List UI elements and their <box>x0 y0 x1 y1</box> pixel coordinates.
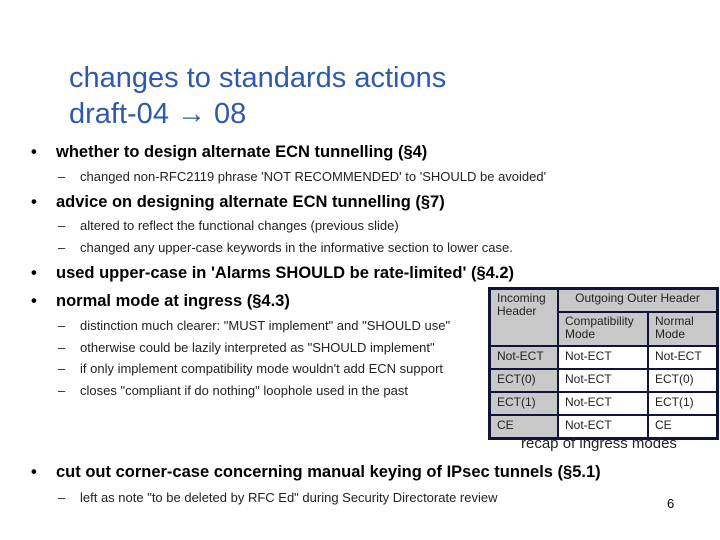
sub-bullet-item: – changed non-RFC2119 phrase 'NOT RECOMME… <box>58 169 546 184</box>
sub-bullet-item: – left as note "to be deleted by RFC Ed" … <box>58 490 498 505</box>
sub-bullet-text: changed non-RFC2119 phrase 'NOT RECOMMEN… <box>80 169 547 184</box>
bullet-text: used upper-case in 'Alarms SHOULD be rat… <box>56 264 515 282</box>
dash-icon: – <box>58 490 66 505</box>
table-header-normal-mode: Normal Mode <box>647 311 719 347</box>
bullet-icon: • <box>31 143 37 161</box>
bullet-text: cut out corner-case concerning manual ke… <box>56 463 601 481</box>
ingress-modes-table: Incoming Header Outgoing Outer Header Co… <box>488 287 719 440</box>
bullet-text: normal mode at ingress (§4.3) <box>56 292 290 310</box>
sub-bullet-text: if only implement compatibility mode wou… <box>80 361 444 376</box>
table-cell-incoming: ECT(1) <box>488 391 559 416</box>
page-number: 6 <box>667 496 675 511</box>
bullet-item: • cut out corner-case concerning manual k… <box>31 463 601 482</box>
slide-title-line-2: draft-04 → 08 <box>69 98 247 130</box>
table-cell-compat: Not-ECT <box>557 368 649 393</box>
sub-bullet-text: distinction much clearer: "MUST implemen… <box>80 318 451 333</box>
sub-bullet-text: closes "compliant if do nothing" loophol… <box>80 383 408 398</box>
table-header-outgoing: Outgoing Outer Header <box>557 287 719 313</box>
bullet-text: advice on designing alternate ECN tunnel… <box>56 193 445 211</box>
dash-icon: – <box>58 169 66 184</box>
sub-bullet-item: – otherwise could be lazily interpreted a… <box>58 340 435 355</box>
slide-title-line-1: changes to standards actions <box>69 62 447 94</box>
sub-bullet-item: – distinction much clearer: "MUST impleme… <box>58 318 450 333</box>
bullet-item: • normal mode at ingress (§4.3) <box>31 292 290 311</box>
dash-icon: – <box>58 318 66 333</box>
table-row: ECT(1) Not-ECT ECT(1) <box>488 391 719 416</box>
dash-icon: – <box>58 383 66 398</box>
dash-icon: – <box>58 361 66 376</box>
table-cell-normal: Not-ECT <box>647 345 719 370</box>
bullet-text: whether to design alternate ECN tunnelli… <box>56 143 428 161</box>
table-header-compatibility-mode: Compatibility Mode <box>557 311 649 347</box>
table-row: Not-ECT Not-ECT Not-ECT <box>488 345 719 370</box>
table-cell-compat: Not-ECT <box>557 391 649 416</box>
dash-icon: – <box>58 240 66 255</box>
bullet-item: • used upper-case in 'Alarms SHOULD be ra… <box>31 264 514 283</box>
slide: changes to standards actions draft-04 → … <box>0 0 720 540</box>
dash-icon: – <box>58 218 66 233</box>
table-cell-incoming: Not-ECT <box>488 345 559 370</box>
sub-bullet-text: altered to reflect the functional change… <box>80 218 399 233</box>
sub-bullet-text: otherwise could be lazily interpreted as… <box>80 340 435 355</box>
sub-bullet-item: – altered to reflect the functional chang… <box>58 218 399 233</box>
bullet-item: • advice on designing alternate ECN tunne… <box>31 193 445 212</box>
table-cell-normal: ECT(0) <box>647 368 719 393</box>
bullet-icon: • <box>31 264 37 282</box>
table-header-incoming: Incoming Header <box>488 287 559 347</box>
dash-icon: – <box>58 340 66 355</box>
table-cell-normal: ECT(1) <box>647 391 719 416</box>
table-row: ECT(0) Not-ECT ECT(0) <box>488 368 719 393</box>
bullet-item: • whether to design alternate ECN tunnell… <box>31 143 427 162</box>
sub-bullet-item: – changed any upper-case keywords in the … <box>58 240 513 255</box>
sub-bullet-text: left as note "to be deleted by RFC Ed" d… <box>80 490 498 505</box>
bullet-icon: • <box>31 292 37 310</box>
table-cell-incoming: ECT(0) <box>488 368 559 393</box>
bullet-icon: • <box>31 193 37 211</box>
bullet-icon: • <box>31 463 37 481</box>
sub-bullet-item: – if only implement compatibility mode wo… <box>58 361 443 376</box>
sub-bullet-text: changed any upper-case keywords in the i… <box>80 240 513 255</box>
table-caption: recap of ingress modes <box>521 435 677 452</box>
sub-bullet-item: – closes "compliant if do nothing" loopho… <box>58 383 408 398</box>
slide-title: changes to standards actions draft-04 → … <box>69 60 446 132</box>
table-cell-compat: Not-ECT <box>557 345 649 370</box>
